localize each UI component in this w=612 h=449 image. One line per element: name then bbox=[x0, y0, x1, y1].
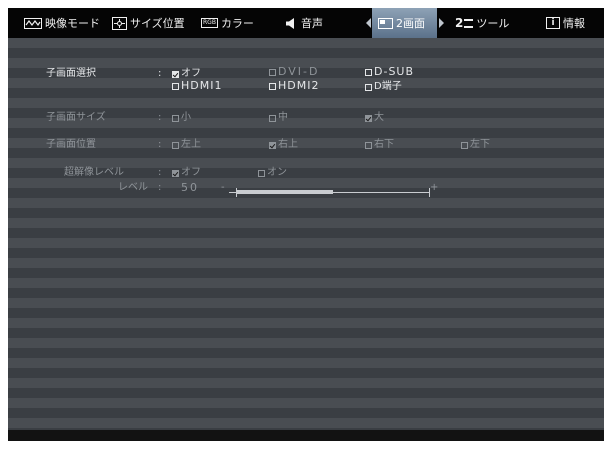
dual-screen-icon bbox=[378, 17, 393, 29]
tab-label: サイズ位置 bbox=[130, 17, 185, 30]
option-super-res-on[interactable]: オン bbox=[258, 167, 287, 179]
level-label: レベル bbox=[118, 182, 148, 193]
checkbox-icon bbox=[269, 114, 276, 122]
checkbox-icon bbox=[269, 82, 276, 90]
checkbox-icon bbox=[172, 82, 179, 90]
osd-window: 映像モード サイズ位置 RGB カラー 音声 2画面 2 ツール i 情報 子画… bbox=[8, 8, 604, 441]
panel-stripe bbox=[8, 228, 604, 238]
checkbox-icon bbox=[365, 83, 372, 91]
panel-stripe bbox=[8, 348, 604, 358]
tab-label: 音声 bbox=[301, 17, 323, 30]
chevron-right-icon[interactable] bbox=[439, 18, 444, 28]
sub-position-colon: : bbox=[158, 139, 162, 150]
panel-stripe bbox=[8, 308, 604, 318]
panel-stripe bbox=[8, 208, 604, 218]
option-d-sub[interactable]: D-SUB bbox=[365, 66, 414, 78]
checkbox-icon bbox=[461, 141, 468, 149]
panel-stripe bbox=[8, 408, 604, 418]
tab-label: ツール bbox=[476, 17, 510, 30]
sub-select-colon: : bbox=[158, 68, 162, 79]
bottom-bar bbox=[8, 430, 604, 441]
tab-label: 映像モード bbox=[45, 17, 100, 30]
tab-tools[interactable]: 2 ツール bbox=[455, 8, 509, 38]
tab-size-position[interactable]: サイズ位置 bbox=[112, 8, 185, 38]
panel-stripe bbox=[8, 368, 604, 378]
slider-plus[interactable]: + bbox=[430, 182, 438, 194]
panel-stripe bbox=[8, 388, 604, 398]
sub-size-label: 子画面サイズ bbox=[46, 112, 106, 123]
checkbox-checked-icon bbox=[172, 70, 179, 78]
wave-icon bbox=[24, 17, 42, 29]
sub-size-colon: : bbox=[158, 112, 162, 123]
tab-picture-mode[interactable]: 映像モード bbox=[24, 8, 100, 38]
tab-info[interactable]: i 情報 bbox=[546, 8, 585, 38]
tab-bar: 映像モード サイズ位置 RGB カラー 音声 2画面 2 ツール i 情報 bbox=[8, 8, 604, 38]
speaker-icon bbox=[286, 17, 294, 29]
panel-stripe bbox=[8, 248, 604, 258]
option-top-right[interactable]: 右上 bbox=[269, 139, 298, 151]
checkbox-icon bbox=[269, 68, 276, 76]
option-hdmi2[interactable]: HDMI2 bbox=[269, 80, 319, 92]
option-d-terminal[interactable]: D端子 bbox=[365, 81, 402, 93]
rgb-icon: RGB bbox=[201, 18, 218, 28]
checkbox-checked-icon bbox=[269, 141, 276, 149]
tab-label: カラー bbox=[220, 17, 254, 30]
tab-dual-screen[interactable]: 2画面 bbox=[372, 8, 437, 38]
option-top-left[interactable]: 左上 bbox=[172, 139, 201, 151]
tab-color[interactable]: RGB カラー bbox=[201, 8, 254, 38]
option-hdmi1[interactable]: HDMI1 bbox=[172, 80, 222, 92]
checkbox-icon bbox=[365, 141, 372, 149]
sub-select-label: 子画面選択 bbox=[46, 68, 96, 79]
tab-audio[interactable]: 音声 bbox=[286, 8, 323, 38]
checkbox-checked-icon bbox=[172, 169, 179, 177]
panel-stripe bbox=[8, 328, 604, 338]
panel-stripe bbox=[8, 288, 604, 298]
tab-label: 情報 bbox=[563, 17, 585, 30]
option-large[interactable]: 大 bbox=[365, 112, 384, 124]
checkbox-checked-icon bbox=[365, 114, 372, 122]
panel-stripe bbox=[8, 128, 604, 138]
checkbox-icon bbox=[172, 141, 179, 149]
chevron-left-icon[interactable] bbox=[366, 18, 371, 28]
slider-minus[interactable]: - bbox=[221, 182, 225, 194]
checkbox-icon bbox=[365, 68, 372, 76]
option-bottom-left[interactable]: 左下 bbox=[461, 139, 490, 151]
level-colon: : bbox=[158, 182, 162, 193]
super-res-label: 超解像レベル bbox=[64, 167, 124, 178]
panel-stripe bbox=[8, 268, 604, 278]
option-small[interactable]: 小 bbox=[172, 112, 191, 124]
checkbox-icon bbox=[172, 114, 179, 122]
panel-stripe bbox=[8, 48, 604, 58]
sub-position-label: 子画面位置 bbox=[46, 139, 96, 150]
tab-label: 2画面 bbox=[396, 17, 425, 30]
tool-icon: 2 bbox=[455, 16, 474, 30]
level-slider-fill[interactable] bbox=[236, 190, 333, 194]
position-icon bbox=[112, 16, 127, 30]
option-dvi-d[interactable]: DVI-D bbox=[269, 66, 320, 78]
level-value: 50 bbox=[181, 181, 199, 194]
super-res-colon: : bbox=[158, 167, 162, 178]
option-bottom-right[interactable]: 右下 bbox=[365, 139, 394, 151]
option-super-res-off[interactable]: オフ bbox=[172, 167, 201, 179]
info-icon: i bbox=[546, 17, 560, 29]
option-medium[interactable]: 中 bbox=[269, 112, 288, 124]
panel-stripe bbox=[8, 148, 604, 158]
checkbox-icon bbox=[258, 169, 265, 177]
